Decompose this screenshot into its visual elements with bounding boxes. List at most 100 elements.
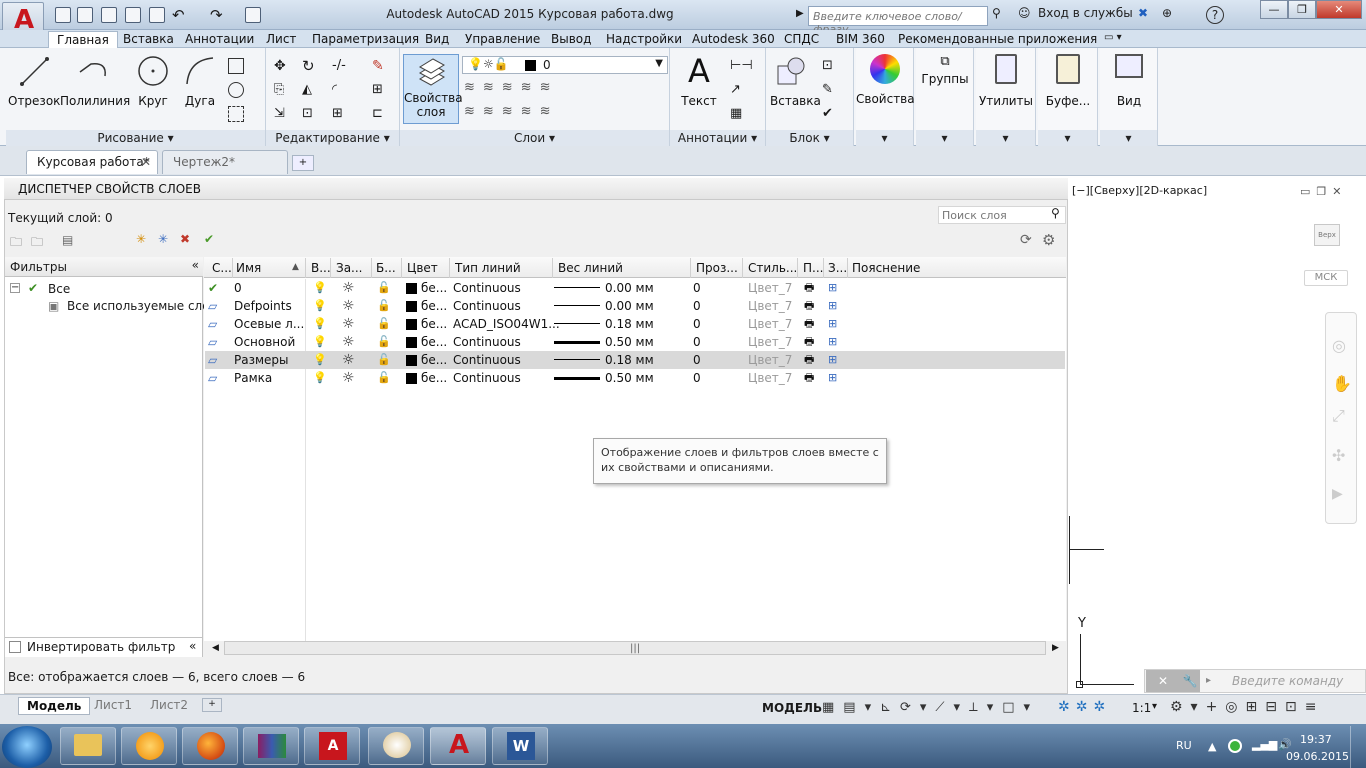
layer-name[interactable]: Defpoints — [234, 297, 292, 315]
layer-row[interactable]: ▱ Размеры 💡 ☼ 🔓 бе... Continuous 0.18 мм 0 Цвет_7… — [205, 351, 1065, 369]
col-name[interactable]: Имя — [236, 261, 290, 275]
layer-properties-button[interactable]: Свойства слоя — [403, 54, 463, 124]
new-tab-button[interactable]: + — [292, 155, 314, 171]
layer-lineweight[interactable]: 0.50 мм — [605, 369, 654, 387]
plot-printer-icon[interactable]: 🖶 — [804, 279, 814, 297]
command-input[interactable]: Введите команду — [1232, 674, 1343, 688]
edit-attributes-icon[interactable]: ✔ — [822, 106, 838, 122]
layer-row[interactable]: ▱ Осевые л... 💡 ☼ 🔓 бе... ACAD_ISO04W1... 0.18 … — [205, 315, 1065, 333]
language-indicator[interactable]: RU — [1176, 739, 1192, 752]
col-vp-freeze[interactable]: З... — [828, 261, 848, 275]
settings-gear-icon[interactable]: ⚙ — [1042, 231, 1055, 249]
on-off-bulb-icon[interactable]: 💡 — [313, 279, 327, 297]
layer-transparency[interactable]: 0 — [693, 369, 701, 387]
tab-parametric[interactable]: Параметризация — [304, 31, 427, 48]
layer-search-input[interactable]: Поиск слоя — [938, 206, 1066, 224]
explode-icon[interactable]: ⊞ — [372, 82, 388, 98]
viewcube[interactable]: Верх — [1314, 224, 1340, 246]
chevron-down-icon[interactable]: ▾ — [976, 130, 1035, 146]
freeze-sun-icon[interactable]: ☼ — [342, 333, 355, 351]
layer-linetype[interactable]: ACAD_ISO04W1... — [453, 315, 560, 333]
plot-printer-icon[interactable]: 🖶 — [804, 369, 814, 387]
drawing-viewport[interactable] — [1068, 178, 1366, 694]
clock-time[interactable]: 19:37 — [1300, 733, 1332, 746]
freeze-sun-icon[interactable]: ☼ — [342, 279, 355, 297]
chevron-down-icon[interactable]: ▾ — [1152, 701, 1157, 712]
mirror-icon[interactable]: ◭ — [302, 82, 318, 98]
col-transparency[interactable]: Проз... — [696, 261, 740, 275]
create-block-icon[interactable]: ⊡ — [822, 58, 838, 74]
close-button[interactable]: ✕ — [1316, 0, 1362, 19]
plot-printer-icon[interactable]: 🖶 — [804, 297, 814, 315]
show-hidden-icons[interactable]: ▲ — [1208, 740, 1216, 753]
col-color[interactable]: Цвет — [407, 261, 447, 275]
col-freeze[interactable]: За... — [336, 261, 366, 275]
col-lineweight[interactable]: Вес линий — [558, 261, 686, 275]
plot-printer-icon[interactable]: 🖶 — [804, 315, 814, 333]
tab-home[interactable]: Главная — [48, 31, 118, 48]
leader-icon[interactable]: ↗ — [730, 82, 746, 98]
layer-linetype[interactable]: Continuous — [453, 297, 521, 315]
chevron-down-icon[interactable]: ▾ — [916, 130, 973, 146]
layer-lineweight[interactable]: 0.50 мм — [605, 333, 654, 351]
tab-layout1[interactable]: Лист1 — [86, 697, 140, 715]
on-off-bulb-icon[interactable]: 💡 — [313, 315, 327, 333]
show-desktop-button[interactable] — [1350, 726, 1366, 768]
trim-icon[interactable]: -/- — [332, 58, 348, 74]
polyline-button[interactable]: Полилиния — [60, 54, 130, 108]
col-lock[interactable]: Б... — [376, 261, 396, 275]
rectangle-icon[interactable] — [228, 58, 244, 74]
freeze-sun-icon[interactable]: ☼ — [342, 297, 355, 315]
layer-row[interactable]: ✔ 0 💡 ☼ 🔓 бе... Continuous 0.00 мм 0 Цвет_7 🖶 ⊞ — [205, 279, 1065, 297]
layer-status-icon[interactable]: ▱ — [208, 333, 217, 351]
signin-button[interactable]: Вход в службы — [1038, 6, 1133, 24]
tab-a360[interactable]: Autodesk 360 — [684, 31, 783, 48]
layer-linetype[interactable]: Continuous — [453, 333, 521, 351]
circle-button[interactable]: Круг — [132, 54, 174, 108]
copy-icon[interactable]: ⎘ — [274, 82, 290, 98]
chevron-down-icon[interactable]: ▾ — [1038, 130, 1097, 146]
annotation-panel-title[interactable]: Аннотации ▾ — [670, 130, 765, 146]
tab-featured-apps[interactable]: Рекомендованные приложения — [890, 31, 1105, 48]
minimize-button[interactable]: — — [1260, 0, 1288, 19]
layer-color-name[interactable]: бе... — [421, 315, 447, 333]
search-icon[interactable]: ⚲ — [1051, 206, 1060, 220]
col-linetype[interactable]: Тип линий — [455, 261, 551, 275]
showmotion-icon[interactable]: ▶ — [1332, 486, 1343, 502]
layer-linetype[interactable]: Continuous — [453, 279, 521, 297]
view-button[interactable]: Вид — [1100, 54, 1158, 108]
layer-plot-style[interactable]: Цвет_7 — [748, 297, 792, 315]
layer-color-swatch[interactable] — [406, 355, 417, 366]
layer-name[interactable]: Рамка — [234, 369, 272, 387]
layer-lineweight[interactable]: 0.18 мм — [605, 351, 654, 369]
layer-color-swatch[interactable] — [406, 283, 417, 294]
col-on[interactable]: В... — [311, 261, 331, 275]
delete-layer-icon[interactable]: ✖ — [180, 232, 190, 246]
col-plot-style[interactable]: Стиль... — [748, 261, 796, 275]
layer-lineweight[interactable]: 0.00 мм — [605, 297, 654, 315]
layer-color-name[interactable]: бе... — [421, 333, 447, 351]
close-command-icon[interactable]: ✕ — [1146, 670, 1180, 692]
new-vp-freeze-icon[interactable]: ⊞ — [828, 333, 837, 351]
tab-annotate[interactable]: Аннотации — [177, 31, 262, 48]
connect-icon[interactable]: ⊕ — [1162, 6, 1172, 24]
scroll-left-icon[interactable]: ◀ — [212, 643, 219, 653]
lock-icon[interactable]: 🔓 — [377, 333, 391, 351]
layer-linetype[interactable]: Continuous — [453, 351, 521, 369]
layer-plot-style[interactable]: Цвет_7 — [748, 333, 792, 351]
ribbon-minimize-icon[interactable]: ▭ ▾ — [1104, 32, 1122, 43]
layer-status-icon[interactable]: ▱ — [208, 297, 217, 315]
modify-panel-title[interactable]: Редактирование ▾ — [266, 130, 399, 146]
arc-button[interactable]: Дуга — [180, 54, 220, 108]
layer-row[interactable]: ▱ Рамка 💡 ☼ 🔓 бе... Continuous 0.50 мм 0 Цвет_7 🖶 ⊞ — [205, 369, 1065, 387]
layer-color-name[interactable]: бе... — [421, 279, 447, 297]
binoculars-icon[interactable]: ⚲ — [992, 6, 1001, 24]
layer-transparency[interactable]: 0 — [693, 333, 701, 351]
layer-color-swatch[interactable] — [406, 337, 417, 348]
tab-spds[interactable]: СПДС — [776, 31, 827, 48]
network-icon[interactable]: ▂▄▆ — [1252, 738, 1277, 751]
layer-status-icon[interactable]: ▱ — [208, 351, 217, 369]
layer-lineweight[interactable]: 0.00 мм — [605, 279, 654, 297]
plot-printer-icon[interactable]: 🖶 — [804, 333, 814, 351]
freeze-sun-icon[interactable]: ☼ — [342, 369, 355, 387]
